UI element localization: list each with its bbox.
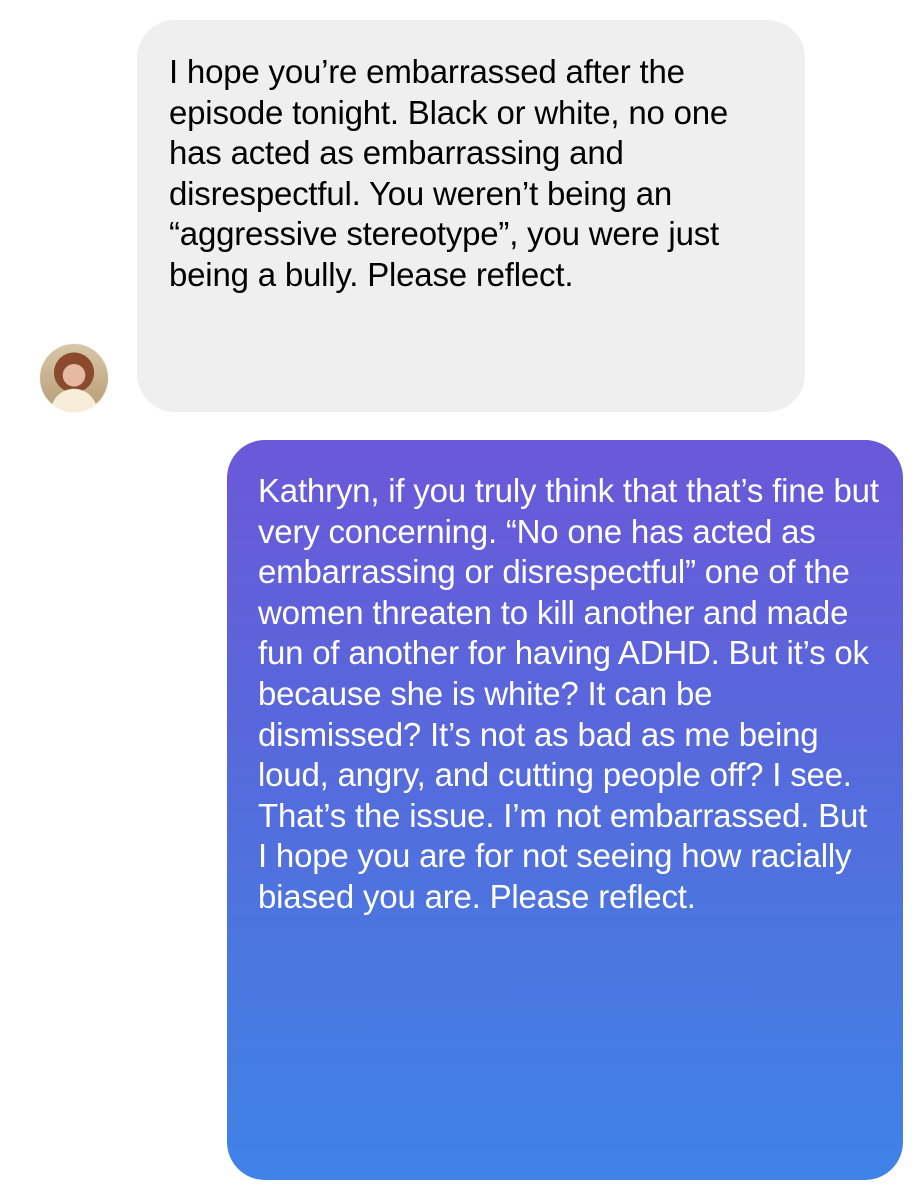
outgoing-message-text: Kathryn, if you truly think that that’s …: [258, 472, 879, 915]
outgoing-message-bubble[interactable]: Kathryn, if you truly think that that’s …: [227, 440, 903, 1180]
sender-avatar-icon[interactable]: [40, 344, 108, 412]
incoming-message-text: I hope you’re embarrassed after the epis…: [169, 53, 729, 293]
message-thread: I hope you’re embarrassed after the epis…: [0, 0, 923, 1200]
incoming-message-bubble[interactable]: I hope you’re embarrassed after the epis…: [137, 20, 805, 412]
